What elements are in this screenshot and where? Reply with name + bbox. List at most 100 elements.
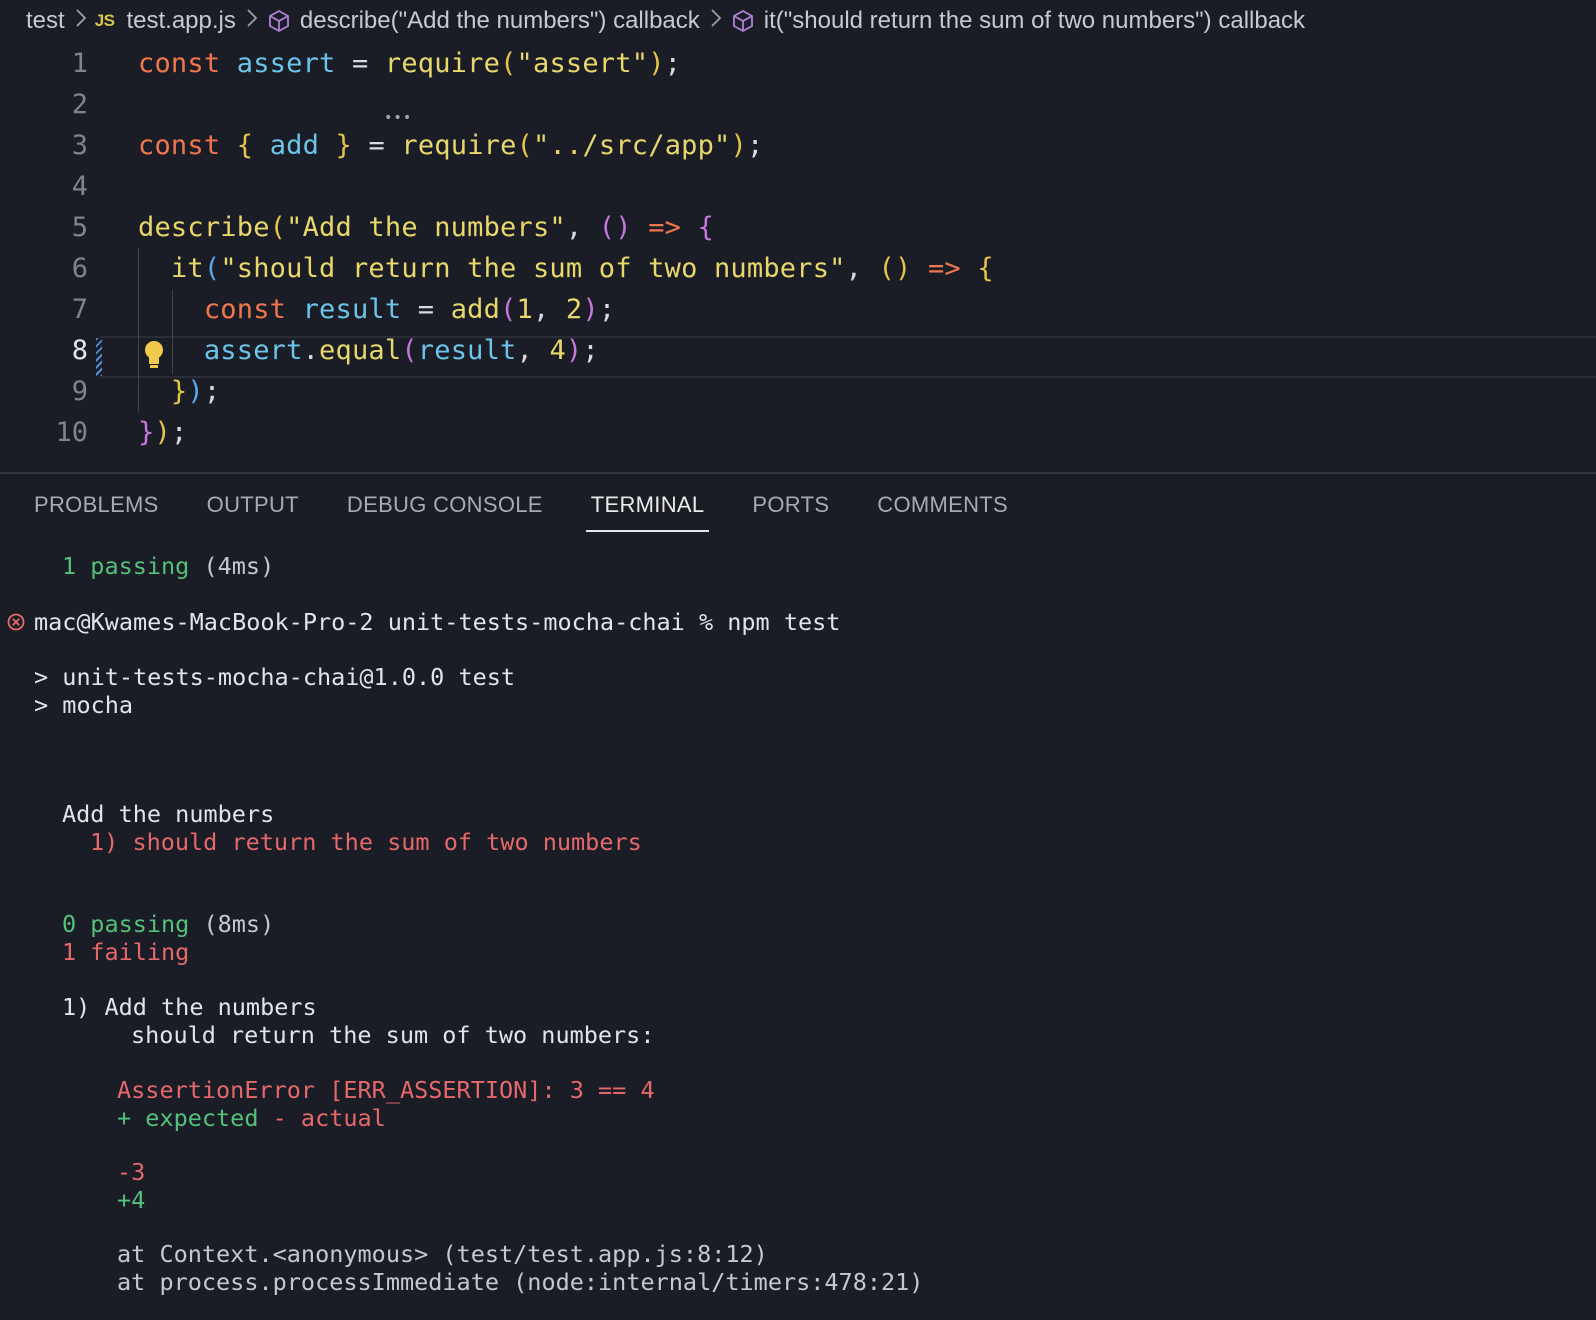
line-number: 3 xyxy=(71,129,88,161)
token-operator: = xyxy=(352,129,402,161)
code-line: 6 it("should return the sum of two numbe… xyxy=(0,247,1596,289)
line-number: 5 xyxy=(71,211,88,243)
failure-title: 1) Add the numbers xyxy=(62,993,317,1021)
line-number: 7 xyxy=(71,293,88,325)
stack-trace-line: at process.processImmediate (node:intern… xyxy=(117,1268,924,1296)
terminal-line: 0 passing (8ms) xyxy=(62,910,274,938)
javascript-file-icon: JS xyxy=(94,11,115,30)
code-text[interactable]: const { add } = require("../src/app"); xyxy=(138,130,763,161)
error-circle-icon[interactable] xyxy=(6,612,26,632)
failed-test-line: 1) should return the sum of two numbers xyxy=(90,828,642,856)
token-string: "Add the numbers" xyxy=(286,211,566,243)
token-arrow: => xyxy=(648,211,682,243)
token-variable: add xyxy=(269,129,320,161)
code-line: 3 const { add } = require("../src/app"); xyxy=(0,124,1596,166)
line-number: 9 xyxy=(71,375,88,407)
code-editor[interactable]: ••• 1 const assert = require("assert"); … xyxy=(0,42,1596,472)
diff-expected-value: +4 xyxy=(117,1186,146,1214)
suite-title: Add the numbers xyxy=(62,800,275,828)
breadcrumb-scope-describe[interactable]: describe("Add the numbers") callback xyxy=(266,7,700,35)
token-number: 2 xyxy=(565,293,583,325)
token-string: "should return the sum of two numbers" xyxy=(220,252,846,284)
failure-subtitle: should return the sum of two numbers: xyxy=(131,1021,655,1049)
chevron-right-icon xyxy=(710,7,722,35)
panel-divider[interactable] xyxy=(0,472,1596,474)
breadcrumb-folder[interactable]: test xyxy=(26,7,65,35)
tab-debug-console[interactable]: DEBUG CONSOLE xyxy=(347,482,543,528)
code-text[interactable]: assert.equal(result, 4); xyxy=(138,335,599,366)
terminal-line: 1 passing (4ms) xyxy=(62,552,274,580)
line-number: 10 xyxy=(55,416,88,448)
terminal-line: > mocha xyxy=(34,691,134,719)
code-text[interactable]: const assert = require("assert"); xyxy=(138,48,681,79)
token-function: require xyxy=(384,47,501,79)
terminal-line: > unit-tests-mocha-chai@1.0.0 test xyxy=(34,663,516,691)
code-line: 2 xyxy=(0,83,1596,125)
tab-problems[interactable]: PROBLEMS xyxy=(34,482,159,528)
failing-count: 1 failing xyxy=(62,938,190,966)
token-number: 1 xyxy=(516,293,533,325)
token-operator: = xyxy=(401,293,451,325)
passing-count: 0 passing xyxy=(62,910,190,938)
diff-actual-value: -3 xyxy=(117,1158,146,1186)
passing-time: (4ms) xyxy=(189,552,275,580)
token-string: "assert" xyxy=(516,47,649,79)
breadcrumb-scope-describe-label: describe("Add the numbers") callback xyxy=(299,7,700,34)
terminal-prompt: mac@Kwames-MacBook-Pro-2 unit-tests-moch… xyxy=(34,608,841,636)
symbol-method-icon xyxy=(268,9,289,33)
code-line: 10 }); xyxy=(0,411,1596,453)
stack-trace-line: at Context.<anonymous> (test/test.app.js… xyxy=(117,1240,768,1268)
code-text[interactable]: }); xyxy=(138,376,220,407)
breadcrumb-file-label: test.app.js xyxy=(126,7,236,34)
panel-tabs: PROBLEMS OUTPUT DEBUG CONSOLE TERMINAL P… xyxy=(0,482,1056,532)
breadcrumb: test JS test.app.js describe("Add the nu… xyxy=(0,0,1596,42)
tab-comments[interactable]: COMMENTS xyxy=(877,482,1008,528)
code-text[interactable]: it("should return the sum of two numbers… xyxy=(138,253,994,284)
token-function: describe xyxy=(138,211,270,243)
tab-ports[interactable]: PORTS xyxy=(752,482,829,528)
code-line: 5 describe("Add the numbers", () => { xyxy=(0,206,1596,248)
token-string: "../src/app" xyxy=(533,129,731,161)
token-function: add xyxy=(450,293,501,325)
token-keyword: const xyxy=(138,47,221,79)
code-line: 1 const assert = require("assert"); xyxy=(0,42,1596,84)
chevron-right-icon xyxy=(246,7,258,35)
code-text[interactable]: describe("Add the numbers", () => { xyxy=(138,212,714,243)
passing-count: 1 passing xyxy=(62,552,190,580)
chevron-right-icon xyxy=(75,7,87,35)
code-line: 9 }); xyxy=(0,370,1596,412)
actual-label: - actual xyxy=(258,1104,386,1132)
passing-time: (8ms) xyxy=(189,910,275,938)
breadcrumb-scope-it-label: it("should return the sum of two numbers… xyxy=(763,7,1306,34)
line-number: 1 xyxy=(71,47,88,79)
terminal-output[interactable]: 1 passing (4ms) mac@Kwames-MacBook-Pro-2… xyxy=(0,540,1596,1320)
token-function: require xyxy=(401,129,517,161)
token-function: equal xyxy=(319,334,402,366)
token-variable: result xyxy=(302,293,402,325)
token-function: it xyxy=(170,252,204,284)
expected-label: + expected xyxy=(117,1104,259,1132)
tab-terminal[interactable]: TERMINAL xyxy=(585,482,710,532)
line-number: 8 xyxy=(71,334,88,366)
code-line: 7 const result = add(1, 2); xyxy=(0,288,1596,330)
code-line: 4 xyxy=(0,165,1596,207)
code-text[interactable]: const result = add(1, 2); xyxy=(138,294,615,325)
breadcrumb-file[interactable]: JS test.app.js xyxy=(95,7,236,35)
breadcrumb-scope-it[interactable]: it("should return the sum of two numbers… xyxy=(730,7,1305,35)
line-number: 2 xyxy=(71,88,88,120)
assertion-error: AssertionError [ERR_ASSERTION]: 3 == 4 xyxy=(117,1076,655,1104)
tab-output[interactable]: OUTPUT xyxy=(207,482,299,528)
token-variable: result xyxy=(417,334,517,366)
code-line: 8 assert.equal(result, 4); xyxy=(0,329,1596,371)
token-arrow: => xyxy=(927,252,961,284)
diff-legend: + expected - actual xyxy=(117,1104,386,1132)
token-keyword: const xyxy=(203,293,287,325)
line-number: 6 xyxy=(71,252,88,284)
token-variable: assert xyxy=(236,47,336,79)
token-variable: assert xyxy=(203,334,303,366)
token-number: 4 xyxy=(549,334,566,366)
symbol-method-icon xyxy=(732,9,753,33)
line-number: 4 xyxy=(71,170,88,202)
token-keyword: const xyxy=(138,129,221,161)
code-text[interactable]: }); xyxy=(138,417,187,448)
